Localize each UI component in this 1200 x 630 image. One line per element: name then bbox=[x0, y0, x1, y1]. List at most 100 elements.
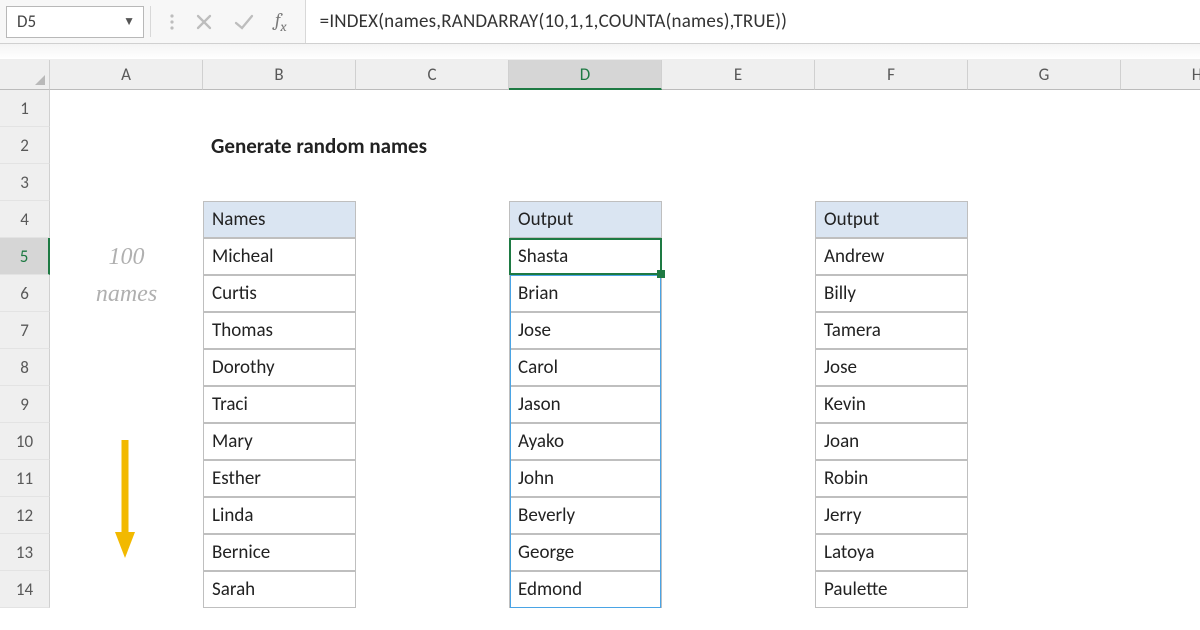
cell[interactable] bbox=[662, 460, 815, 497]
cell[interactable] bbox=[203, 90, 356, 127]
cell[interactable] bbox=[509, 164, 662, 201]
cell[interactable] bbox=[356, 460, 509, 497]
cell[interactable] bbox=[662, 497, 815, 534]
enter-icon[interactable] bbox=[233, 13, 255, 31]
cell[interactable] bbox=[662, 90, 815, 127]
cell[interactable]: Thomas bbox=[203, 312, 356, 349]
cell[interactable]: Ayako bbox=[509, 423, 662, 460]
col-header-A[interactable]: A bbox=[50, 60, 203, 90]
cell[interactable] bbox=[968, 127, 1121, 164]
cell[interactable] bbox=[662, 571, 815, 608]
cell[interactable] bbox=[968, 571, 1121, 608]
table-header[interactable]: Output bbox=[815, 201, 968, 238]
cell[interactable]: Carol bbox=[509, 349, 662, 386]
cell[interactable] bbox=[1121, 497, 1200, 534]
cell[interactable] bbox=[1121, 275, 1200, 312]
spreadsheet-grid[interactable]: A B C D E F G H 1 2 Generate random name… bbox=[0, 60, 1200, 608]
cell[interactable] bbox=[203, 164, 356, 201]
row-header[interactable]: 11 bbox=[0, 460, 50, 497]
cell[interactable] bbox=[662, 534, 815, 571]
row-header[interactable]: 7 bbox=[0, 312, 50, 349]
cell[interactable]: Micheal bbox=[203, 238, 356, 275]
cell[interactable] bbox=[50, 90, 203, 127]
cell[interactable] bbox=[509, 90, 662, 127]
cell[interactable]: Billy bbox=[815, 275, 968, 312]
cell[interactable] bbox=[968, 423, 1121, 460]
cell[interactable]: Robin bbox=[815, 460, 968, 497]
cell[interactable]: Jose bbox=[509, 312, 662, 349]
cell[interactable] bbox=[1121, 127, 1200, 164]
cell[interactable] bbox=[50, 201, 203, 238]
cell[interactable] bbox=[1121, 90, 1200, 127]
cell[interactable]: Andrew bbox=[815, 238, 968, 275]
cell[interactable] bbox=[356, 571, 509, 608]
cell[interactable] bbox=[968, 349, 1121, 386]
cell[interactable]: Curtis bbox=[203, 275, 356, 312]
cell[interactable] bbox=[968, 275, 1121, 312]
cell[interactable]: Joan bbox=[815, 423, 968, 460]
cell[interactable]: Beverly bbox=[509, 497, 662, 534]
cell[interactable] bbox=[356, 164, 509, 201]
cell[interactable] bbox=[509, 127, 662, 164]
cell[interactable] bbox=[1121, 386, 1200, 423]
cell[interactable]: Jerry bbox=[815, 497, 968, 534]
cell[interactable] bbox=[356, 201, 509, 238]
cell[interactable] bbox=[356, 386, 509, 423]
cell[interactable]: Traci bbox=[203, 386, 356, 423]
cell[interactable] bbox=[50, 312, 203, 349]
cell[interactable]: Paulette bbox=[815, 571, 968, 608]
cell[interactable] bbox=[815, 164, 968, 201]
cell[interactable] bbox=[1121, 534, 1200, 571]
cell[interactable] bbox=[968, 460, 1121, 497]
cell[interactable] bbox=[968, 386, 1121, 423]
cell[interactable] bbox=[1121, 201, 1200, 238]
row-header[interactable]: 1 bbox=[0, 90, 50, 127]
cell[interactable] bbox=[50, 571, 203, 608]
cell[interactable] bbox=[356, 275, 509, 312]
cell[interactable] bbox=[356, 349, 509, 386]
col-header-D[interactable]: D bbox=[509, 60, 662, 90]
cell[interactable] bbox=[968, 90, 1121, 127]
cell[interactable] bbox=[662, 312, 815, 349]
row-header[interactable]: 13 bbox=[0, 534, 50, 571]
cell[interactable] bbox=[1121, 238, 1200, 275]
cell[interactable] bbox=[50, 349, 203, 386]
cell[interactable] bbox=[1121, 349, 1200, 386]
cell[interactable]: Bernice bbox=[203, 534, 356, 571]
cancel-icon[interactable] bbox=[195, 13, 213, 31]
select-all-button[interactable] bbox=[0, 60, 50, 90]
table-header[interactable]: Names bbox=[203, 201, 356, 238]
cell[interactable] bbox=[662, 201, 815, 238]
cell[interactable] bbox=[968, 201, 1121, 238]
cell[interactable]: Sarah bbox=[203, 571, 356, 608]
row-header[interactable]: 12 bbox=[0, 497, 50, 534]
cell[interactable] bbox=[50, 386, 203, 423]
cell[interactable] bbox=[1121, 460, 1200, 497]
col-header-B[interactable]: B bbox=[203, 60, 356, 90]
formula-input[interactable]: =INDEX(names,RANDARRAY(10,1,1,COUNTA(nam… bbox=[305, 0, 1200, 43]
fx-icon[interactable]: fx bbox=[275, 9, 287, 35]
row-header[interactable]: 4 bbox=[0, 201, 50, 238]
cell[interactable] bbox=[356, 423, 509, 460]
cell[interactable] bbox=[662, 238, 815, 275]
col-header-F[interactable]: F bbox=[815, 60, 968, 90]
cell[interactable]: Jason bbox=[509, 386, 662, 423]
col-header-H[interactable]: H bbox=[1121, 60, 1200, 90]
cell[interactable] bbox=[968, 497, 1121, 534]
cell[interactable] bbox=[1121, 312, 1200, 349]
cell[interactable] bbox=[662, 349, 815, 386]
cell[interactable] bbox=[815, 90, 968, 127]
cell[interactable] bbox=[815, 127, 968, 164]
cell[interactable] bbox=[662, 386, 815, 423]
cell[interactable] bbox=[968, 238, 1121, 275]
cell[interactable] bbox=[968, 164, 1121, 201]
cell[interactable]: Latoya bbox=[815, 534, 968, 571]
cell[interactable]: Esther bbox=[203, 460, 356, 497]
cell[interactable] bbox=[662, 164, 815, 201]
cell[interactable] bbox=[356, 312, 509, 349]
cell[interactable] bbox=[968, 534, 1121, 571]
page-title[interactable]: Generate random names bbox=[203, 127, 356, 164]
row-header[interactable]: 9 bbox=[0, 386, 50, 423]
cell[interactable] bbox=[356, 127, 509, 164]
fill-handle[interactable] bbox=[657, 270, 665, 278]
